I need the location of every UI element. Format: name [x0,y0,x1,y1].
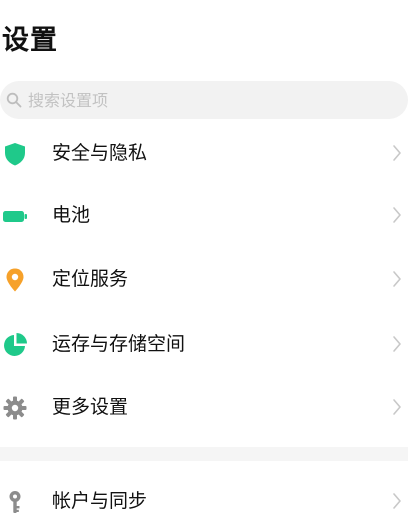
chevron-right-icon [393,271,401,287]
search-input[interactable] [28,81,388,119]
search-bar[interactable] [0,81,408,119]
chevron-right-icon [393,399,401,415]
battery-icon [3,211,27,222]
search-icon [6,92,22,108]
chevron-right-icon [393,207,401,223]
settings-item-label: 帐户与同步 [52,490,148,512]
key-icon [9,491,21,513]
settings-item-more-settings[interactable]: 更多设置 [0,378,408,436]
settings-item-label: 安全与隐私 [52,142,148,164]
settings-item-ram-storage[interactable]: 运存与存储空间 [0,315,408,373]
pie-chart-icon [4,333,27,356]
gear-icon [3,396,27,420]
settings-item-label: 电池 [52,204,91,226]
settings-item-battery[interactable]: 电池 [0,186,408,244]
page-title: 设置 [2,25,58,56]
settings-page: 设置 安全与隐私 电池 定位服务 [0,0,408,521]
settings-item-label: 定位服务 [52,268,129,290]
section-divider [0,447,408,461]
settings-item-accounts-sync[interactable]: 帐户与同步 [0,472,408,521]
shield-icon [5,143,25,166]
location-pin-icon [6,268,24,292]
settings-item-label: 运存与存储空间 [52,333,186,355]
settings-item-location-services[interactable]: 定位服务 [0,250,408,308]
chevron-right-icon [393,145,401,161]
chevron-right-icon [393,336,401,352]
settings-item-security-privacy[interactable]: 安全与隐私 [0,124,408,182]
settings-item-label: 更多设置 [52,396,129,418]
chevron-right-icon [393,493,401,509]
